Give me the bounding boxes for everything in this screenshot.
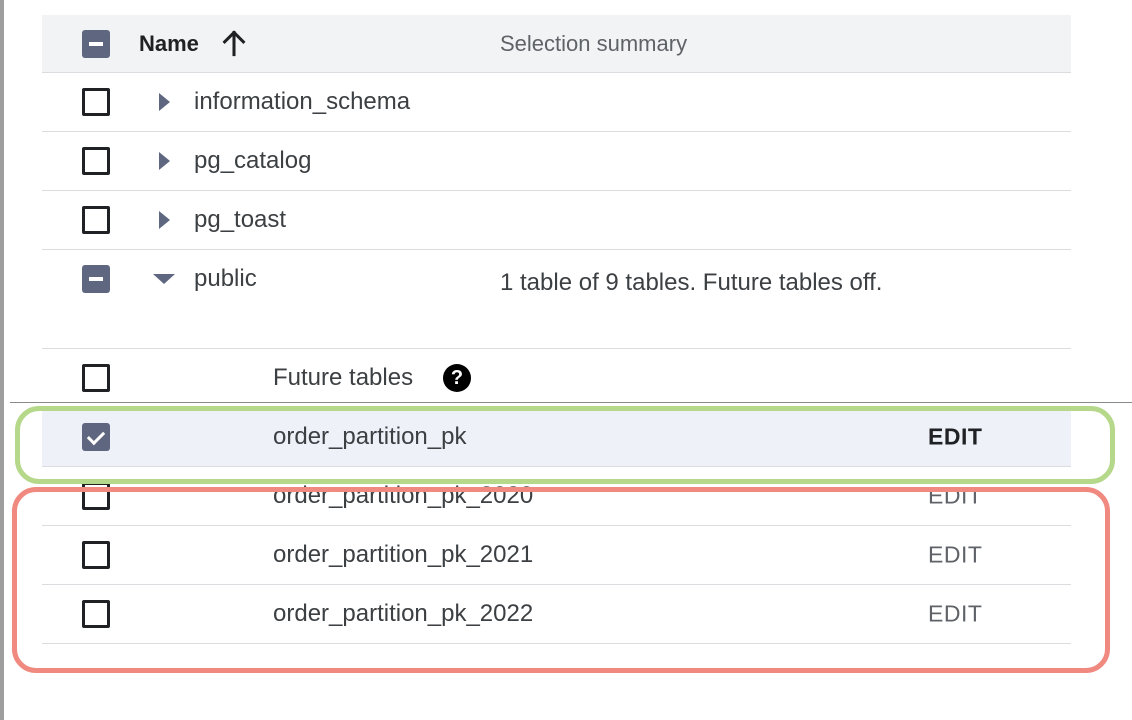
- table-checkbox-order-partition-pk[interactable]: [82, 423, 110, 451]
- selection-summary: 1 table of 9 tables. Future tables off.: [500, 269, 883, 296]
- table-checkbox-order-partition-pk-2021[interactable]: [82, 541, 110, 569]
- schema-name: pg_toast: [194, 206, 287, 233]
- collapse-chevron-down-icon[interactable]: [153, 274, 175, 284]
- schema-table: Name Selection summary information_schem…: [42, 15, 1071, 644]
- table-checkbox-order-partition-pk-2022[interactable]: [82, 600, 110, 628]
- table-row-public: public 1 table of 9 tables. Future table…: [42, 250, 1071, 349]
- table-row: order_partition_pk_2020 EDIT: [42, 467, 1071, 526]
- table-name: order_partition_pk_2020: [273, 482, 534, 509]
- name-column-header[interactable]: Name: [139, 31, 199, 57]
- table-row: information_schema: [42, 73, 1071, 132]
- help-icon[interactable]: ?: [443, 364, 471, 392]
- table-row: pg_toast: [42, 191, 1071, 250]
- table-row: order_partition_pk_2021 EDIT: [42, 526, 1071, 585]
- table-row: pg_catalog: [42, 132, 1071, 191]
- sort-ascending-icon[interactable]: [220, 29, 248, 57]
- table-row-future-tables: Future tables ?: [42, 349, 1071, 408]
- edit-button[interactable]: EDIT: [928, 601, 982, 628]
- schema-checkbox-pg-catalog[interactable]: [82, 147, 110, 175]
- window-edge: [0, 0, 4, 720]
- future-tables-checkbox[interactable]: [82, 364, 110, 392]
- table-name: order_partition_pk: [273, 423, 467, 450]
- expand-chevron-right-icon[interactable]: [159, 152, 170, 170]
- edit-button[interactable]: EDIT: [928, 542, 982, 569]
- table-checkbox-order-partition-pk-2020[interactable]: [82, 482, 110, 510]
- selection-summary-header: Selection summary: [500, 30, 688, 56]
- schema-name: information_schema: [194, 88, 411, 115]
- schema-name: pg_catalog: [194, 147, 312, 174]
- edit-button[interactable]: EDIT: [928, 424, 982, 451]
- table-row: order_partition_pk_2022 EDIT: [42, 585, 1071, 644]
- expand-chevron-right-icon[interactable]: [159, 211, 170, 229]
- future-tables-label: Future tables: [273, 364, 414, 391]
- table-name: order_partition_pk_2021: [273, 541, 534, 568]
- select-all-checkbox[interactable]: [82, 29, 110, 58]
- table-header: Name Selection summary: [42, 15, 1071, 73]
- expand-chevron-right-icon[interactable]: [159, 93, 170, 111]
- divider: [10, 402, 1132, 403]
- table-name: order_partition_pk_2022: [273, 600, 534, 627]
- schema-checkbox-public[interactable]: [82, 265, 110, 293]
- schema-checkbox-pg-toast[interactable]: [82, 206, 110, 234]
- schema-checkbox-information-schema[interactable]: [82, 88, 110, 116]
- schema-name: public: [194, 265, 257, 292]
- table-row: order_partition_pk EDIT: [42, 408, 1071, 467]
- edit-button[interactable]: EDIT: [928, 483, 982, 510]
